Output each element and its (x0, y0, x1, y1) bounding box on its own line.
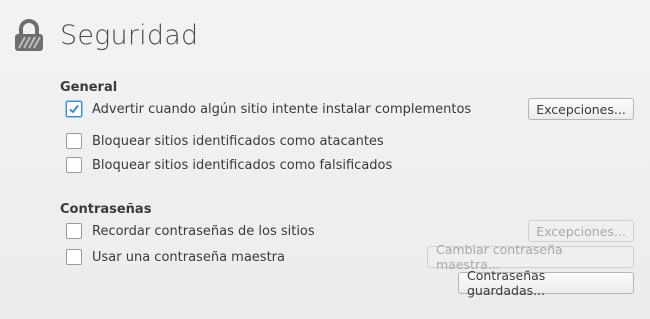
block-attack-option[interactable]: Bloquear sitios identificados como ataca… (66, 131, 384, 151)
master-password-option[interactable]: Usar una contraseña maestra (66, 247, 285, 267)
block-attack-checkbox[interactable] (66, 133, 82, 149)
remember-passwords-option[interactable]: Recordar contraseñas de los sitios (66, 221, 315, 241)
saved-passwords-button[interactable]: Contraseñas guardadas... (458, 268, 634, 298)
checkmark-icon (69, 104, 79, 114)
page-title: Seguridad (60, 20, 199, 51)
lock-icon (12, 19, 46, 53)
remember-passwords-label: Recordar contraseñas de los sitios (92, 223, 315, 239)
page-header (12, 14, 46, 58)
block-forgery-checkbox[interactable] (66, 157, 82, 173)
master-password-label: Usar una contraseña maestra (92, 249, 285, 265)
remember-passwords-checkbox[interactable] (66, 223, 82, 239)
addons-exceptions-button[interactable]: Excepciones... (528, 98, 634, 120)
warn-addons-checkbox[interactable] (66, 101, 82, 117)
passwords-exceptions-button[interactable]: Excepciones... (528, 220, 634, 242)
section-heading-general: General (60, 80, 118, 95)
section-heading-passwords: Contraseñas (60, 202, 152, 217)
warn-addons-label: Advertir cuando algún sitio intente inst… (92, 101, 472, 117)
block-attack-label: Bloquear sitios identificados como ataca… (92, 133, 384, 149)
master-password-checkbox[interactable] (66, 249, 82, 265)
change-master-password-button[interactable]: Cambiar contraseña maestra... (427, 242, 634, 272)
block-forgery-label: Bloquear sitios identificados como falsi… (92, 157, 393, 173)
block-forgery-option[interactable]: Bloquear sitios identificados como falsi… (66, 155, 392, 175)
warn-addons-option[interactable]: Advertir cuando algún sitio intente inst… (66, 99, 471, 119)
